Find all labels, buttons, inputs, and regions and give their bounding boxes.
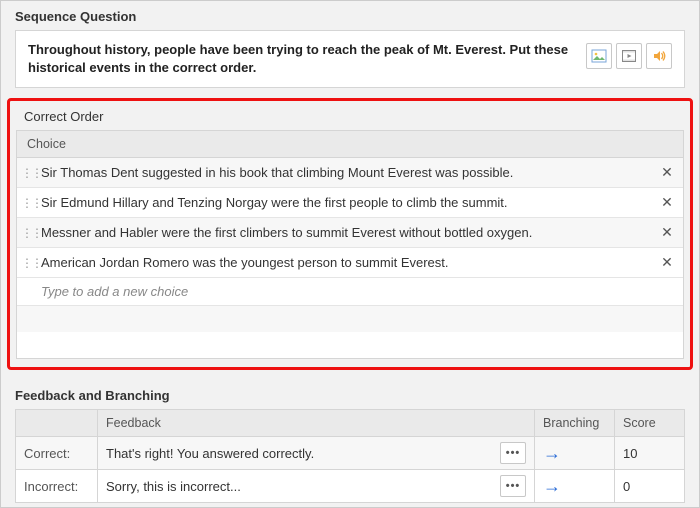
- image-icon: [591, 48, 607, 64]
- choice-row[interactable]: ⋮⋮ Sir Thomas Dent suggested in his book…: [17, 158, 683, 188]
- choice-text[interactable]: Sir Edmund Hillary and Tenzing Norgay we…: [35, 191, 657, 214]
- section-title-feedback: Feedback and Branching: [15, 380, 685, 409]
- fb-header-score: Score: [615, 410, 685, 437]
- choice-row[interactable]: ⋮⋮ American Jordan Romero was the younge…: [17, 248, 683, 278]
- feedback-row-correct: Correct: That's right! You answered corr…: [16, 437, 685, 470]
- choice-text[interactable]: Messner and Habler were the first climbe…: [35, 221, 657, 244]
- fb-header-feedback: Feedback: [98, 410, 535, 437]
- add-audio-button[interactable]: [646, 43, 672, 69]
- fb-text[interactable]: Sorry, this is incorrect...: [106, 479, 494, 494]
- fb-text[interactable]: That's right! You answered correctly.: [106, 446, 494, 461]
- section-title-question: Sequence Question: [1, 1, 699, 30]
- feedback-more-button[interactable]: •••: [500, 442, 526, 464]
- choice-row[interactable]: ⋮⋮ Messner and Habler were the first cli…: [17, 218, 683, 248]
- drag-handle-icon[interactable]: ⋮⋮: [21, 196, 35, 210]
- audio-icon: [651, 48, 667, 64]
- new-choice-input[interactable]: Type to add a new choice: [17, 278, 683, 306]
- score-cell[interactable]: 10: [615, 437, 685, 470]
- score-cell[interactable]: 0: [615, 470, 685, 503]
- drag-handle-icon[interactable]: ⋮⋮: [21, 256, 35, 270]
- empty-row: [17, 332, 683, 358]
- question-editor-panel: Sequence Question Throughout history, pe…: [0, 0, 700, 508]
- choice-text[interactable]: American Jordan Romero was the youngest …: [35, 251, 657, 274]
- section-title-order: Correct Order: [16, 107, 684, 130]
- fb-label: Incorrect:: [16, 470, 98, 503]
- choice-header: Choice: [17, 131, 683, 158]
- question-text[interactable]: Throughout history, people have been try…: [28, 41, 576, 77]
- question-box: Throughout history, people have been try…: [15, 30, 685, 88]
- feedback-row-incorrect: Incorrect: Sorry, this is incorrect... •…: [16, 470, 685, 503]
- feedback-more-button[interactable]: •••: [500, 475, 526, 497]
- choice-text[interactable]: Sir Thomas Dent suggested in his book th…: [35, 161, 657, 184]
- remove-choice-button[interactable]: ✕: [657, 224, 677, 241]
- choice-row[interactable]: ⋮⋮ Sir Edmund Hillary and Tenzing Norgay…: [17, 188, 683, 218]
- add-image-button[interactable]: [586, 43, 612, 69]
- fb-header-blank: [16, 410, 98, 437]
- add-video-button[interactable]: [616, 43, 642, 69]
- feedback-table: Feedback Branching Score Correct: That's…: [15, 409, 685, 503]
- drag-handle-icon[interactable]: ⋮⋮: [21, 226, 35, 240]
- branching-button[interactable]: →: [535, 470, 615, 503]
- remove-choice-button[interactable]: ✕: [657, 254, 677, 271]
- branching-button[interactable]: →: [535, 437, 615, 470]
- fb-header-branching: Branching: [535, 410, 615, 437]
- correct-order-frame: Correct Order Choice ⋮⋮ Sir Thomas Dent …: [7, 98, 693, 370]
- remove-choice-button[interactable]: ✕: [657, 164, 677, 181]
- remove-choice-button[interactable]: ✕: [657, 194, 677, 211]
- media-buttons: [586, 43, 672, 69]
- empty-row: [17, 306, 683, 332]
- fb-label: Correct:: [16, 437, 98, 470]
- video-icon: [621, 48, 637, 64]
- choice-table: Choice ⋮⋮ Sir Thomas Dent suggested in h…: [16, 130, 684, 359]
- feedback-section: Feedback and Branching Feedback Branchin…: [15, 380, 685, 503]
- drag-handle-icon[interactable]: ⋮⋮: [21, 166, 35, 180]
